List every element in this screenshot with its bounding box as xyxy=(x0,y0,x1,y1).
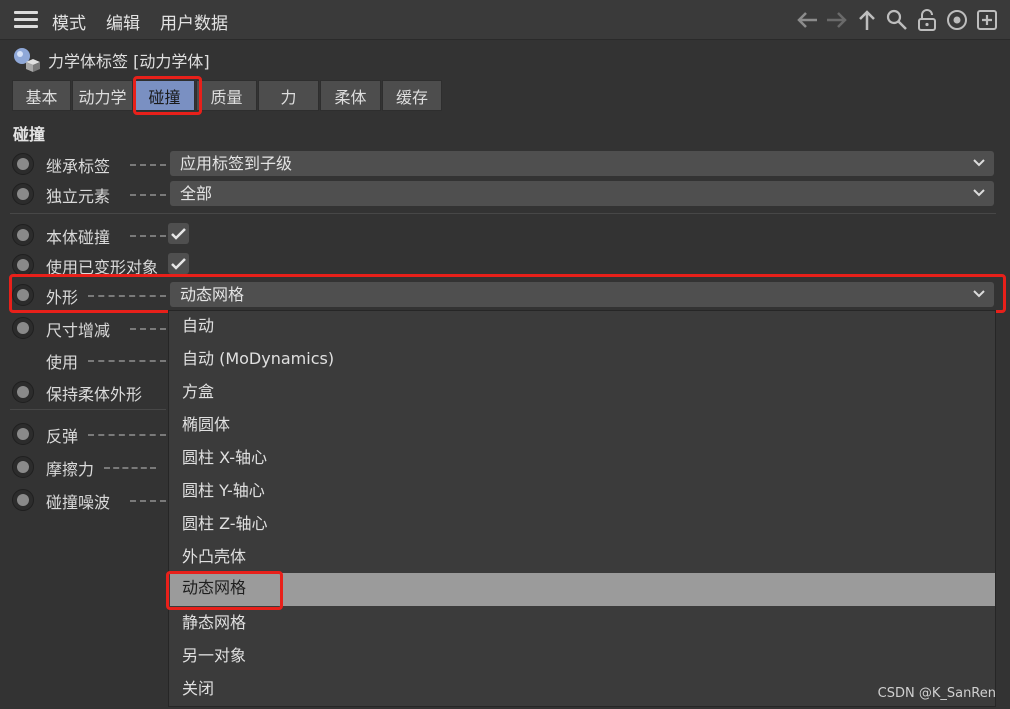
use-deformed-object-checkbox[interactable] xyxy=(168,253,189,274)
shape-value: 动态网格 xyxy=(180,285,245,304)
row-inherit-tag: 继承标签 应用标签到子级 xyxy=(12,150,997,178)
dots-leader xyxy=(130,164,166,166)
option-moving-mesh[interactable]: 动态网格 xyxy=(170,573,995,606)
option-cylinder-x[interactable]: 圆柱 X-轴心 xyxy=(170,443,995,476)
dots-leader xyxy=(88,434,166,436)
search-icon[interactable] xyxy=(884,7,910,33)
keep-soft-shape-label: 保持柔体外形 xyxy=(46,385,143,404)
inherit-tag-label: 继承标签 xyxy=(46,157,111,176)
tab-bar: 基本 动力学 碰撞 质量 力 柔体 缓存 xyxy=(12,80,443,111)
hamburger-menu-icon[interactable] xyxy=(14,11,38,29)
option-box[interactable]: 方盒 xyxy=(170,377,995,410)
keyframe-radio[interactable] xyxy=(12,456,34,478)
inherit-tag-value: 应用标签到子级 xyxy=(180,154,293,173)
option-convex-hull[interactable]: 外凸壳体 xyxy=(170,542,995,575)
keyframe-radio[interactable] xyxy=(12,254,34,276)
option-off[interactable]: 关闭 xyxy=(170,674,995,707)
individual-elements-value: 全部 xyxy=(180,184,213,203)
shape-select[interactable]: 动态网格 xyxy=(170,282,994,307)
watermark: CSDN @K_SanRen xyxy=(877,686,996,701)
rigid-body-tag-icon xyxy=(12,46,42,74)
friction-label: 摩擦力 xyxy=(46,460,95,479)
dots-leader xyxy=(130,328,166,330)
row-individual-elements: 独立元素 全部 xyxy=(12,180,997,208)
keyframe-radio[interactable] xyxy=(12,423,34,445)
tab-dynamics[interactable]: 动力学 xyxy=(72,80,133,111)
dots-leader xyxy=(130,235,166,237)
row-self-collision: 本体碰撞 xyxy=(12,221,212,249)
section-title: 碰撞 xyxy=(13,125,46,144)
tab-soft-body[interactable]: 柔体 xyxy=(320,80,381,111)
keyframe-radio[interactable] xyxy=(12,153,34,175)
row-keep-soft-shape: 保持柔体外形 xyxy=(12,378,172,406)
new-panel-icon[interactable] xyxy=(974,7,1000,33)
menu-user-data[interactable]: 用户数据 xyxy=(160,9,228,34)
dots-leader xyxy=(104,467,156,469)
row-size-increment: 尺寸增减 xyxy=(12,314,172,342)
row-friction: 摩擦力 xyxy=(12,453,172,481)
option-cylinder-z[interactable]: 圆柱 Z-轴心 xyxy=(170,509,995,542)
option-auto-modynamics[interactable]: 自动 (MoDynamics) xyxy=(170,344,995,377)
row-use-deformed-object: 使用已变形对象 xyxy=(12,251,212,279)
option-another-object[interactable]: 另一对象 xyxy=(170,641,995,674)
shape-label: 外形 xyxy=(46,288,79,307)
inherit-tag-select[interactable]: 应用标签到子级 xyxy=(170,151,994,176)
object-title: 力学体标签 [动力学体] xyxy=(48,52,210,71)
tab-collision[interactable]: 碰撞 xyxy=(134,80,195,111)
shape-dropdown-list: 自动 自动 (MoDynamics) 方盒 椭圆体 圆柱 X-轴心 圆柱 Y-轴… xyxy=(168,310,996,707)
tab-basic[interactable]: 基本 xyxy=(12,80,71,111)
checkmark-icon xyxy=(171,258,186,270)
arrow-right-icon[interactable] xyxy=(824,7,850,33)
option-cylinder-y[interactable]: 圆柱 Y-轴心 xyxy=(170,476,995,509)
row-use: 使用 xyxy=(12,346,172,374)
keyframe-radio[interactable] xyxy=(12,224,34,246)
tab-force[interactable]: 力 xyxy=(258,80,319,111)
toolbar xyxy=(794,7,1000,35)
dots-leader xyxy=(88,360,166,362)
tab-mass[interactable]: 质量 xyxy=(196,80,257,111)
size-increment-label: 尺寸增减 xyxy=(46,321,111,340)
menu-bar: 模式 编辑 用户数据 xyxy=(0,0,1010,40)
keyframe-radio[interactable] xyxy=(12,183,34,205)
option-static-mesh[interactable]: 静态网格 xyxy=(170,608,995,641)
keyframe-radio[interactable] xyxy=(12,381,34,403)
individual-elements-select[interactable]: 全部 xyxy=(170,181,994,206)
chevron-down-icon xyxy=(973,159,985,167)
menu-edit[interactable]: 编辑 xyxy=(106,9,140,34)
bounce-label: 反弹 xyxy=(46,427,79,446)
dots-leader xyxy=(130,500,166,502)
dots-leader xyxy=(88,295,166,297)
separator xyxy=(10,213,996,214)
keyframe-radio[interactable] xyxy=(12,284,34,306)
chevron-down-icon xyxy=(973,290,985,298)
dots-leader xyxy=(130,194,166,196)
target-icon[interactable] xyxy=(944,7,970,33)
arrow-up-icon[interactable] xyxy=(854,7,880,33)
checkmark-icon xyxy=(171,228,186,240)
use-label: 使用 xyxy=(46,353,79,372)
self-collision-label: 本体碰撞 xyxy=(46,228,111,247)
tab-cache[interactable]: 缓存 xyxy=(382,80,442,111)
object-title-row: 力学体标签 [动力学体] xyxy=(12,47,210,73)
keyframe-radio[interactable] xyxy=(12,317,34,339)
use-deformed-object-label: 使用已变形对象 xyxy=(46,258,159,277)
separator xyxy=(10,409,166,410)
option-ellipsoid[interactable]: 椭圆体 xyxy=(170,410,995,443)
row-collision-noise: 碰撞噪波 xyxy=(12,486,172,514)
row-bounce: 反弹 xyxy=(12,420,172,448)
menu-mode[interactable]: 模式 xyxy=(52,9,86,34)
row-shape: 外形 动态网格 xyxy=(12,281,997,309)
arrow-left-icon[interactable] xyxy=(794,7,820,33)
lock-icon[interactable] xyxy=(914,7,940,33)
individual-elements-label: 独立元素 xyxy=(46,187,111,206)
chevron-down-icon xyxy=(973,189,985,197)
keyframe-radio[interactable] xyxy=(12,489,34,511)
collision-noise-label: 碰撞噪波 xyxy=(46,493,111,512)
self-collision-checkbox[interactable] xyxy=(168,223,189,244)
option-auto[interactable]: 自动 xyxy=(170,311,995,344)
